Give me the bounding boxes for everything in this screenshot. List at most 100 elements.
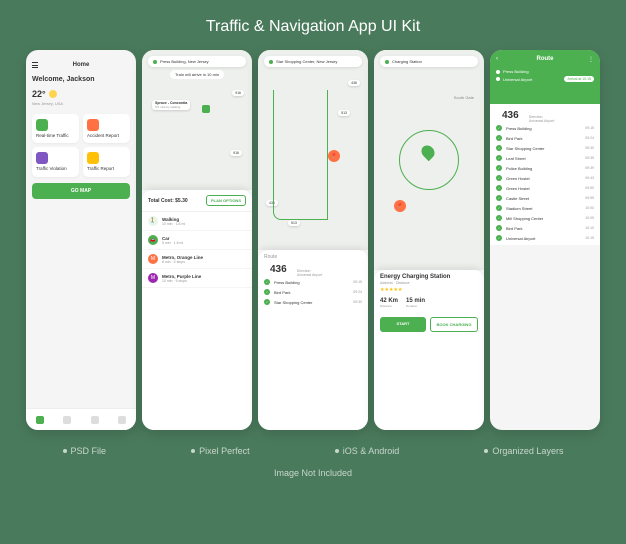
- dot-icon: [496, 77, 500, 81]
- stop-row[interactable]: Press Building09:15: [490, 123, 600, 133]
- search-input[interactable]: Star Shopping Center, New Jersey: [264, 56, 362, 67]
- plan-options-button[interactable]: PLAN OPTIONS: [206, 195, 246, 206]
- welcome-text: Welcome, Jackson: [26, 72, 136, 87]
- stop-dot-icon: [496, 165, 502, 171]
- stop-row[interactable]: Green Hostel09:50: [490, 183, 600, 193]
- route-number: 436: [264, 264, 293, 275]
- phone-row: Home Welcome, Jackson 22° New Jersey, US…: [0, 50, 626, 430]
- nav-map-icon[interactable]: [63, 416, 71, 424]
- stop-dot-icon: [264, 289, 270, 295]
- feature-item: iOS & Android: [335, 446, 400, 456]
- stop-dot-icon: [496, 195, 502, 201]
- feature-item: Pixel Perfect: [191, 446, 250, 456]
- stop-row[interactable]: Universal Airport10:15: [490, 233, 600, 243]
- start-button[interactable]: START: [380, 317, 426, 332]
- eta-badge: Train will arrive in 10 min: [170, 70, 224, 79]
- route-sheet: Route 436 Direction Universal Airport Pr…: [258, 250, 368, 430]
- stop-dot-icon: [496, 145, 502, 151]
- tile-realtime-traffic[interactable]: Real-time Traffic: [32, 114, 79, 143]
- route-marker: [202, 105, 210, 113]
- tile-traffic-violation[interactable]: Traffic Violation: [32, 147, 79, 176]
- temperature: 22°: [32, 89, 46, 99]
- stop-row[interactable]: Bird Park09:24: [490, 133, 600, 143]
- stat-duration: 15 minDuration: [406, 298, 425, 308]
- option-walking[interactable]: 🚶Walking10 min · 1.8 mi: [142, 212, 252, 231]
- screen-charging: Charging Station South Gate 📍 Energy Cha…: [374, 50, 484, 430]
- stop-dot-icon: [496, 175, 502, 181]
- stop-row[interactable]: Mill Shopping Center10:05: [490, 213, 600, 223]
- footer-note: Image Not Included: [0, 464, 626, 482]
- stop-dot-icon: [264, 279, 270, 285]
- screen-home: Home Welcome, Jackson 22° New Jersey, US…: [26, 50, 136, 430]
- screen-plan: Press Building, New Jersey Train will ar…: [142, 50, 252, 430]
- map[interactable]: Star Shopping Center, New Jersey 436 513…: [258, 50, 368, 250]
- plan-sheet: Total Cost: $5.30 PLAN OPTIONS 🚶Walking1…: [142, 190, 252, 430]
- arrival-badge: Arrival at 10:15: [564, 76, 594, 82]
- bottom-nav: [26, 408, 136, 430]
- bus-marker[interactable]: 916: [230, 150, 242, 156]
- more-icon[interactable]: ⋮: [588, 56, 594, 63]
- book-charging-button[interactable]: BOOK CHARGING: [430, 317, 478, 332]
- stop-row[interactable]: Press Building09:15: [258, 277, 368, 287]
- map-poi-spruce[interactable]: Spruce - Concordia 0.5 mile by walking: [152, 100, 190, 110]
- screen-route: Star Shopping Center, New Jersey 436 513…: [258, 50, 368, 430]
- stop-row[interactable]: Castle Street09:55: [490, 193, 600, 203]
- bus-marker[interactable]: 513: [288, 220, 300, 226]
- station-title: Energy Charging Station: [374, 270, 484, 281]
- sun-icon: [49, 90, 57, 98]
- stop-row[interactable]: Leaf Street09:35: [490, 153, 600, 163]
- nav-alert-icon[interactable]: [91, 416, 99, 424]
- back-icon[interactable]: ‹: [496, 56, 498, 62]
- stop-row[interactable]: Police Building09:39: [490, 163, 600, 173]
- stop-row[interactable]: Star Shopping Center09:30: [258, 297, 368, 307]
- feature-list: PSD File Pixel Perfect iOS & Android Org…: [0, 430, 626, 464]
- tile-accident-report[interactable]: Accident Report: [83, 114, 130, 143]
- station-sheet: Energy Charging Station Address · Distan…: [374, 270, 484, 430]
- car-icon: 🚗: [148, 235, 158, 245]
- go-map-button[interactable]: GO MAP: [32, 183, 130, 199]
- map[interactable]: Press Building, New Jersey Train will ar…: [142, 50, 252, 190]
- stop-row[interactable]: Stadium Street10:00: [490, 203, 600, 213]
- pin-icon: [153, 60, 157, 64]
- pin-icon: [269, 60, 273, 64]
- home-header: Home: [26, 58, 136, 72]
- stop-dot-icon: [496, 185, 502, 191]
- metro-icon: M: [148, 273, 158, 283]
- stop-row[interactable]: Bird Park10:10: [490, 223, 600, 233]
- tile-traffic-report[interactable]: Traffic Report: [83, 147, 130, 176]
- menu-icon[interactable]: [32, 62, 38, 68]
- metro-icon: M: [148, 254, 158, 264]
- route-header-title: Route: [496, 56, 594, 62]
- route-path: [273, 90, 328, 220]
- dot-icon: [496, 70, 500, 74]
- map-area-label: South Gate: [454, 95, 474, 100]
- violation-icon: [36, 152, 48, 164]
- home-title: Home: [73, 62, 90, 68]
- stop-dot-icon: [496, 235, 502, 241]
- option-metro-purple[interactable]: MMetro, Purple Line10 min · 5 stops: [142, 269, 252, 288]
- stop-row[interactable]: Bird Park09:24: [258, 287, 368, 297]
- accident-icon: [87, 119, 99, 131]
- stop-row[interactable]: Star Shopping Center09:30: [490, 143, 600, 153]
- stat-distance: 42 KmDistance: [380, 298, 398, 308]
- stop-dot-icon: [496, 155, 502, 161]
- bus-marker[interactable]: 436: [348, 80, 360, 86]
- rating-stars: ★★★★★: [374, 285, 484, 295]
- search-input[interactable]: Charging Station: [380, 56, 478, 67]
- nav-home-icon[interactable]: [36, 416, 44, 424]
- feature-item: Organized Layers: [484, 446, 563, 456]
- pin-icon: [385, 60, 389, 64]
- nav-profile-icon[interactable]: [118, 416, 126, 424]
- bus-marker[interactable]: 916: [232, 90, 244, 96]
- stop-dot-icon: [264, 299, 270, 305]
- to-stop: Universal AirportArrival at 10:15: [496, 75, 594, 83]
- search-input[interactable]: Press Building, New Jersey: [148, 56, 246, 67]
- walk-icon: 🚶: [148, 216, 158, 226]
- bus-marker[interactable]: 513: [338, 110, 350, 116]
- stop-row[interactable]: Green Hostel09:43: [490, 173, 600, 183]
- stop-dot-icon: [496, 205, 502, 211]
- map[interactable]: Charging Station South Gate 📍: [374, 50, 484, 270]
- option-car[interactable]: 🚗Car5 min · 1.8 mi: [142, 231, 252, 250]
- option-metro-orange[interactable]: MMetro, Orange Line8 min · 4 stops: [142, 250, 252, 269]
- total-cost: Total Cost: $5.30: [148, 198, 188, 204]
